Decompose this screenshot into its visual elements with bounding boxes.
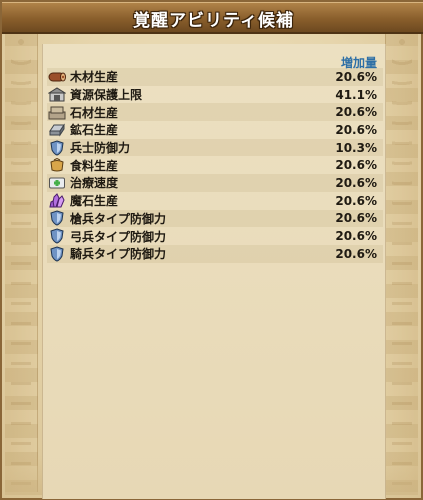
shield-icon bbox=[47, 245, 67, 262]
ability-row: 食料生産 20.6% bbox=[47, 156, 383, 174]
shield-icon bbox=[47, 210, 67, 227]
ability-name: 弓兵タイプ防御力 bbox=[70, 229, 167, 244]
ability-value: 20.6% bbox=[335, 246, 377, 261]
ability-value: 20.6% bbox=[335, 122, 377, 137]
warehouse-icon bbox=[47, 86, 67, 103]
ability-name: 木材生産 bbox=[70, 70, 119, 85]
window-title: 覚醒アビリティ候補 bbox=[133, 11, 294, 31]
ability-value: 10.3% bbox=[335, 140, 377, 155]
crystal-icon bbox=[47, 192, 67, 209]
ability-value: 20.6% bbox=[335, 175, 377, 190]
right-ornament-border bbox=[385, 32, 418, 492]
ability-value: 41.1% bbox=[335, 87, 377, 102]
shield-icon bbox=[47, 228, 67, 245]
ability-value: 20.6% bbox=[335, 229, 377, 244]
ability-name: 兵士防御力 bbox=[70, 141, 131, 156]
ability-name: 槍兵タイプ防御力 bbox=[70, 211, 167, 226]
ability-row: 魔石生産 20.6% bbox=[47, 192, 383, 210]
ability-name: 石材生産 bbox=[70, 105, 119, 120]
wood-icon bbox=[47, 68, 67, 85]
left-ornament-border bbox=[5, 32, 38, 492]
ability-name: 騎兵タイプ防御力 bbox=[70, 247, 167, 262]
ability-row: 資源保護上限 41.1% bbox=[47, 86, 383, 104]
ability-row: 弓兵タイプ防御力 20.6% bbox=[47, 227, 383, 245]
ability-value: 20.6% bbox=[335, 69, 377, 84]
ability-name: 魔石生産 bbox=[70, 194, 119, 209]
shield-icon bbox=[47, 139, 67, 156]
ability-row: 鉱石生産 20.6% bbox=[47, 121, 383, 139]
ability-value: 20.6% bbox=[335, 158, 377, 173]
heal-icon bbox=[47, 174, 67, 191]
ability-candidates-window: 覚醒アビリティ候補 増加量 木材生産 20.6% 資源保護上限 41.1% 石材… bbox=[0, 0, 423, 500]
ability-list: 木材生産 20.6% 資源保護上限 41.1% 石材生産 20.6% 鉱石生産 … bbox=[47, 68, 383, 263]
ability-row: 槍兵タイプ防御力 20.6% bbox=[47, 209, 383, 228]
ability-row: 騎兵タイプ防御力 20.6% bbox=[47, 244, 383, 263]
ability-row: 治療速度 20.6% bbox=[47, 174, 383, 192]
ability-list-panel: 増加量 木材生産 20.6% 資源保護上限 41.1% 石材生産 20.6% 鉱… bbox=[42, 44, 386, 499]
stone-icon bbox=[47, 104, 67, 121]
ability-value: 20.6% bbox=[335, 105, 377, 120]
ability-name: 食料生産 bbox=[70, 158, 119, 173]
food-icon bbox=[47, 157, 67, 174]
ability-row: 兵士防御力 10.3% bbox=[47, 138, 383, 157]
ability-row: 石材生産 20.6% bbox=[47, 103, 383, 122]
title-bar: 覚醒アビリティ候補 bbox=[2, 2, 423, 34]
ability-value: 20.6% bbox=[335, 211, 377, 226]
ability-value: 20.6% bbox=[335, 193, 377, 208]
ability-name: 鉱石生産 bbox=[70, 123, 119, 138]
ability-name: 資源保護上限 bbox=[70, 88, 143, 103]
ability-name: 治療速度 bbox=[70, 176, 119, 191]
ore-icon bbox=[47, 121, 67, 138]
ability-row: 木材生産 20.6% bbox=[47, 68, 383, 86]
